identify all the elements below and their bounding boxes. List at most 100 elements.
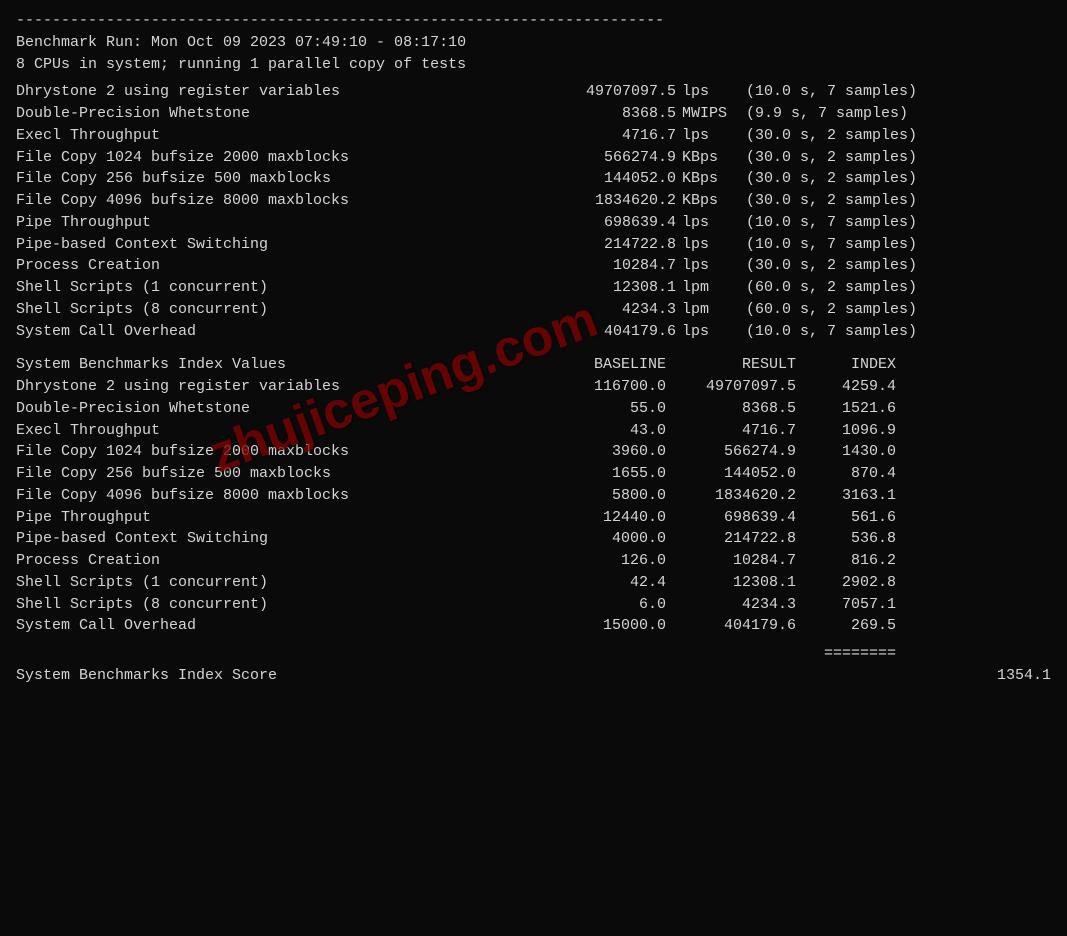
bench-value: 698639.4: [536, 212, 676, 234]
bench-extra: (30.0 s, 2 samples): [746, 125, 1051, 147]
bench-extra: (30.0 s, 2 samples): [746, 168, 1051, 190]
index-row-result: 12308.1: [666, 572, 796, 594]
bench-unit: lps: [676, 212, 746, 234]
index-section: System Benchmarks Index Values BASELINE …: [16, 354, 1051, 637]
index-row-index: 870.4: [796, 463, 896, 485]
benchmark-row: Shell Scripts (1 concurrent) 12308.1 lpm…: [16, 277, 1051, 299]
index-row: File Copy 4096 bufsize 8000 maxblocks 58…: [16, 485, 1051, 507]
index-row-name: Execl Throughput: [16, 420, 536, 442]
bench-name: Shell Scripts (1 concurrent): [16, 277, 536, 299]
bench-name: Process Creation: [16, 255, 536, 277]
bench-name: System Call Overhead: [16, 321, 536, 343]
index-row-baseline: 1655.0: [536, 463, 666, 485]
bench-value: 144052.0: [536, 168, 676, 190]
index-row: Shell Scripts (8 concurrent) 6.0 4234.3 …: [16, 594, 1051, 616]
bench-unit: lps: [676, 321, 746, 343]
bench-name: File Copy 256 bufsize 500 maxblocks: [16, 168, 536, 190]
index-col-index: INDEX: [796, 354, 896, 376]
index-row: Pipe-based Context Switching 4000.0 2147…: [16, 528, 1051, 550]
index-row-result: 8368.5: [666, 398, 796, 420]
index-row-name: File Copy 1024 bufsize 2000 maxblocks: [16, 441, 536, 463]
index-row: Double-Precision Whetstone 55.0 8368.5 1…: [16, 398, 1051, 420]
index-row: Execl Throughput 43.0 4716.7 1096.9: [16, 420, 1051, 442]
index-col-result: RESULT: [666, 354, 796, 376]
bench-unit: KBps: [676, 190, 746, 212]
benchmark-row: Execl Throughput 4716.7 lps (30.0 s, 2 s…: [16, 125, 1051, 147]
index-row: File Copy 1024 bufsize 2000 maxblocks 39…: [16, 441, 1051, 463]
benchmark-row: File Copy 4096 bufsize 8000 maxblocks 18…: [16, 190, 1051, 212]
index-row-baseline: 116700.0: [536, 376, 666, 398]
bench-value: 49707097.5: [536, 81, 676, 103]
index-row-baseline: 15000.0: [536, 615, 666, 637]
bench-extra: (30.0 s, 2 samples): [746, 147, 1051, 169]
bench-extra: (10.0 s, 7 samples): [746, 81, 1051, 103]
bench-value: 1834620.2: [536, 190, 676, 212]
bench-value: 4716.7: [536, 125, 676, 147]
score-value: 1354.1: [951, 665, 1051, 687]
bench-name: Dhrystone 2 using register variables: [16, 81, 536, 103]
index-row-name: Process Creation: [16, 550, 536, 572]
index-row-baseline: 4000.0: [536, 528, 666, 550]
index-row-name: Pipe Throughput: [16, 507, 536, 529]
index-row-index: 269.5: [796, 615, 896, 637]
bench-value: 12308.1: [536, 277, 676, 299]
index-row-index: 2902.8: [796, 572, 896, 594]
bench-value: 566274.9: [536, 147, 676, 169]
bench-value: 214722.8: [536, 234, 676, 256]
header-line1: Benchmark Run: Mon Oct 09 2023 07:49:10 …: [16, 32, 1051, 54]
index-row-result: 4716.7: [666, 420, 796, 442]
bench-unit: lpm: [676, 277, 746, 299]
bench-name: Pipe Throughput: [16, 212, 536, 234]
index-row-index: 7057.1: [796, 594, 896, 616]
index-row-baseline: 12440.0: [536, 507, 666, 529]
index-row-result: 404179.6: [666, 615, 796, 637]
index-row-baseline: 43.0: [536, 420, 666, 442]
benchmark-row: System Call Overhead 404179.6 lps (10.0 …: [16, 321, 1051, 343]
benchmarks-section: Dhrystone 2 using register variables 497…: [16, 81, 1051, 342]
benchmark-row: Process Creation 10284.7 lps (30.0 s, 2 …: [16, 255, 1051, 277]
bench-name: File Copy 1024 bufsize 2000 maxblocks: [16, 147, 536, 169]
index-header-row: System Benchmarks Index Values BASELINE …: [16, 354, 1051, 376]
bench-name: Double-Precision Whetstone: [16, 103, 536, 125]
bench-value: 4234.3: [536, 299, 676, 321]
index-row-name: Pipe-based Context Switching: [16, 528, 536, 550]
index-row-result: 144052.0: [666, 463, 796, 485]
index-row-baseline: 126.0: [536, 550, 666, 572]
bench-unit: KBps: [676, 168, 746, 190]
benchmark-row: Pipe-based Context Switching 214722.8 lp…: [16, 234, 1051, 256]
benchmark-row: Double-Precision Whetstone 8368.5 MWIPS …: [16, 103, 1051, 125]
equals-sign: ========: [536, 643, 896, 665]
index-row-result: 566274.9: [666, 441, 796, 463]
benchmark-row: Pipe Throughput 698639.4 lps (10.0 s, 7 …: [16, 212, 1051, 234]
bench-extra: (10.0 s, 7 samples): [746, 321, 1051, 343]
benchmark-row: File Copy 1024 bufsize 2000 maxblocks 56…: [16, 147, 1051, 169]
index-row-result: 10284.7: [666, 550, 796, 572]
index-row-baseline: 55.0: [536, 398, 666, 420]
index-row-name: File Copy 256 bufsize 500 maxblocks: [16, 463, 536, 485]
index-row-baseline: 5800.0: [536, 485, 666, 507]
separator-top: ----------------------------------------…: [16, 10, 1051, 32]
index-row: Pipe Throughput 12440.0 698639.4 561.6: [16, 507, 1051, 529]
bench-extra: (30.0 s, 2 samples): [746, 190, 1051, 212]
bench-value: 404179.6: [536, 321, 676, 343]
index-row-result: 214722.8: [666, 528, 796, 550]
bench-value: 10284.7: [536, 255, 676, 277]
terminal-output: ----------------------------------------…: [16, 10, 1051, 687]
bench-extra: (10.0 s, 7 samples): [746, 212, 1051, 234]
index-row-index: 1521.6: [796, 398, 896, 420]
index-row-index: 3163.1: [796, 485, 896, 507]
index-row-name: File Copy 4096 bufsize 8000 maxblocks: [16, 485, 536, 507]
index-row-index: 816.2: [796, 550, 896, 572]
score-label: System Benchmarks Index Score: [16, 665, 951, 687]
index-row-baseline: 42.4: [536, 572, 666, 594]
index-col-baseline: BASELINE: [536, 354, 666, 376]
index-row-name: Shell Scripts (1 concurrent): [16, 572, 536, 594]
header-line2: 8 CPUs in system; running 1 parallel cop…: [16, 54, 1051, 76]
index-row: Shell Scripts (1 concurrent) 42.4 12308.…: [16, 572, 1051, 594]
bench-unit: lps: [676, 81, 746, 103]
index-row-result: 4234.3: [666, 594, 796, 616]
benchmark-row: Shell Scripts (8 concurrent) 4234.3 lpm …: [16, 299, 1051, 321]
bench-extra: (30.0 s, 2 samples): [746, 255, 1051, 277]
index-row-name: Shell Scripts (8 concurrent): [16, 594, 536, 616]
index-row-result: 698639.4: [666, 507, 796, 529]
